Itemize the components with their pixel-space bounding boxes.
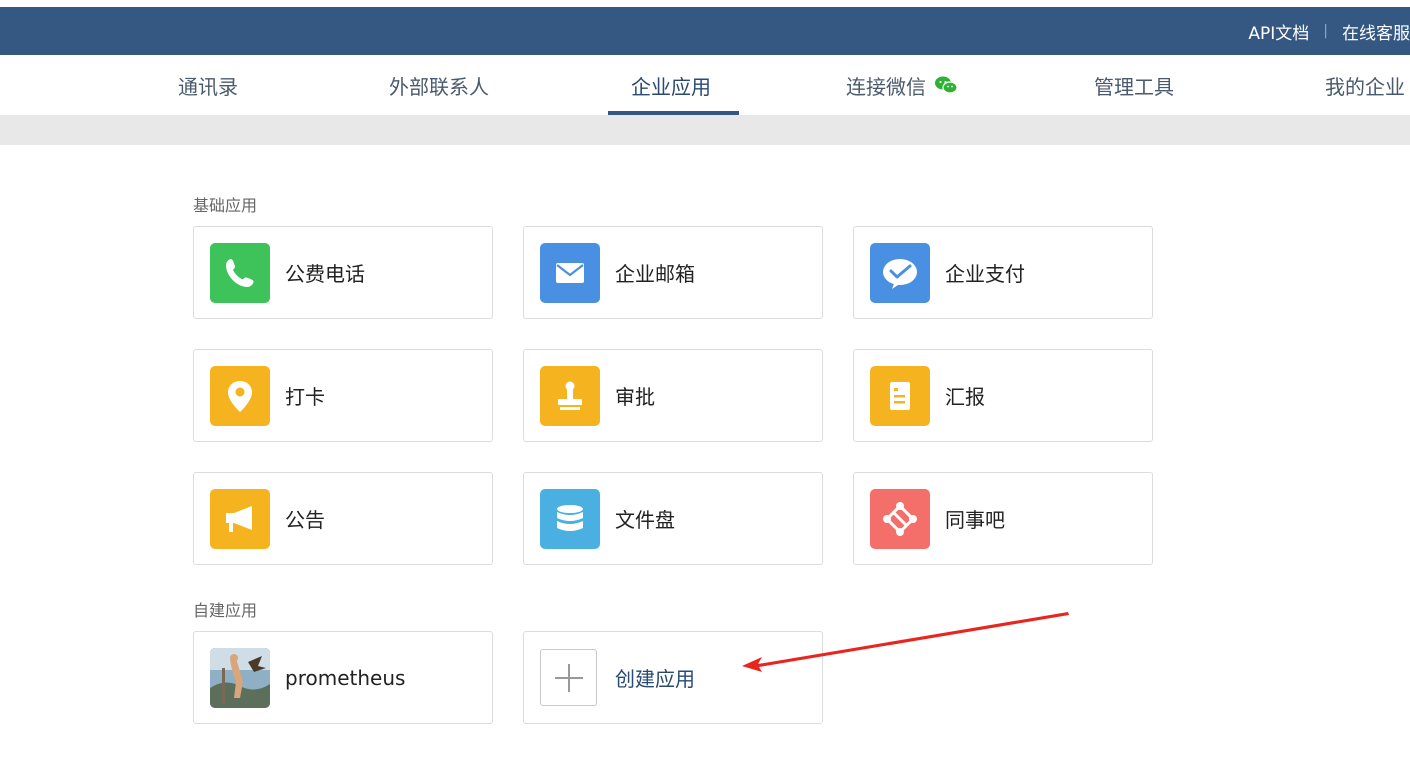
app-label: 打卡 xyxy=(285,385,325,409)
app-card-file-drive[interactable]: 文件盘 xyxy=(523,472,823,565)
app-card-report[interactable]: 汇报 xyxy=(853,349,1153,442)
top-bar: API文档 | 在线客服 xyxy=(0,7,1410,55)
wechat-icon xyxy=(934,75,958,95)
app-card-prometheus[interactable]: prometheus xyxy=(193,631,493,724)
app-label: 汇报 xyxy=(945,385,985,409)
online-support-link[interactable]: 在线客服 xyxy=(1342,19,1410,44)
network-icon xyxy=(870,489,930,549)
app-label: 企业邮箱 xyxy=(615,262,695,286)
app-card-enterprise-mail[interactable]: 企业邮箱 xyxy=(523,226,823,319)
report-icon xyxy=(870,366,930,426)
app-card-public-phone[interactable]: 公费电话 xyxy=(193,226,493,319)
app-card-announcement[interactable]: 公告 xyxy=(193,472,493,565)
tab-contacts[interactable]: 通讯录 xyxy=(178,55,238,115)
app-card-check-in[interactable]: 打卡 xyxy=(193,349,493,442)
location-pin-icon xyxy=(210,366,270,426)
tab-connect-wechat-label: 连接微信 xyxy=(846,74,926,99)
gray-band xyxy=(0,115,1410,145)
top-links: API文档 | 在线客服 xyxy=(1248,7,1410,55)
phone-icon xyxy=(210,243,270,303)
app-label: 公费电话 xyxy=(285,262,365,286)
top-strip xyxy=(0,0,1410,7)
create-app-label: 创建应用 xyxy=(615,667,695,691)
app-card-approval[interactable]: 审批 xyxy=(523,349,823,442)
tab-connect-wechat[interactable]: 连接微信 xyxy=(846,55,958,115)
pay-icon xyxy=(870,243,930,303)
stamp-icon xyxy=(540,366,600,426)
app-label: 文件盘 xyxy=(615,508,675,532)
app-label: prometheus xyxy=(285,665,406,690)
mail-icon xyxy=(540,243,600,303)
app-card-colleague-forum[interactable]: 同事吧 xyxy=(853,472,1153,565)
main-nav: 通讯录 外部联系人 企业应用 连接微信 管理工具 我的企业 xyxy=(0,55,1410,115)
prometheus-app-icon xyxy=(210,648,270,708)
app-label: 公告 xyxy=(285,508,325,532)
tab-management-tools[interactable]: 管理工具 xyxy=(1094,55,1174,115)
app-label: 审批 xyxy=(615,385,655,409)
database-icon xyxy=(540,489,600,549)
megaphone-icon xyxy=(210,489,270,549)
basic-apps-title: 基础应用 xyxy=(193,196,258,215)
app-label: 同事吧 xyxy=(945,508,1005,532)
top-link-separator: | xyxy=(1323,23,1328,39)
custom-apps-title: 自建应用 xyxy=(193,601,258,620)
tab-my-enterprise[interactable]: 我的企业 xyxy=(1325,55,1405,115)
app-label: 企业支付 xyxy=(945,262,1025,286)
app-card-enterprise-pay[interactable]: 企业支付 xyxy=(853,226,1153,319)
api-docs-link[interactable]: API文档 xyxy=(1248,19,1309,44)
tab-enterprise-apps[interactable]: 企业应用 xyxy=(631,55,711,115)
create-app-card[interactable]: 创建应用 xyxy=(523,631,823,724)
plus-icon xyxy=(540,649,597,706)
tab-external-contacts[interactable]: 外部联系人 xyxy=(389,55,489,115)
